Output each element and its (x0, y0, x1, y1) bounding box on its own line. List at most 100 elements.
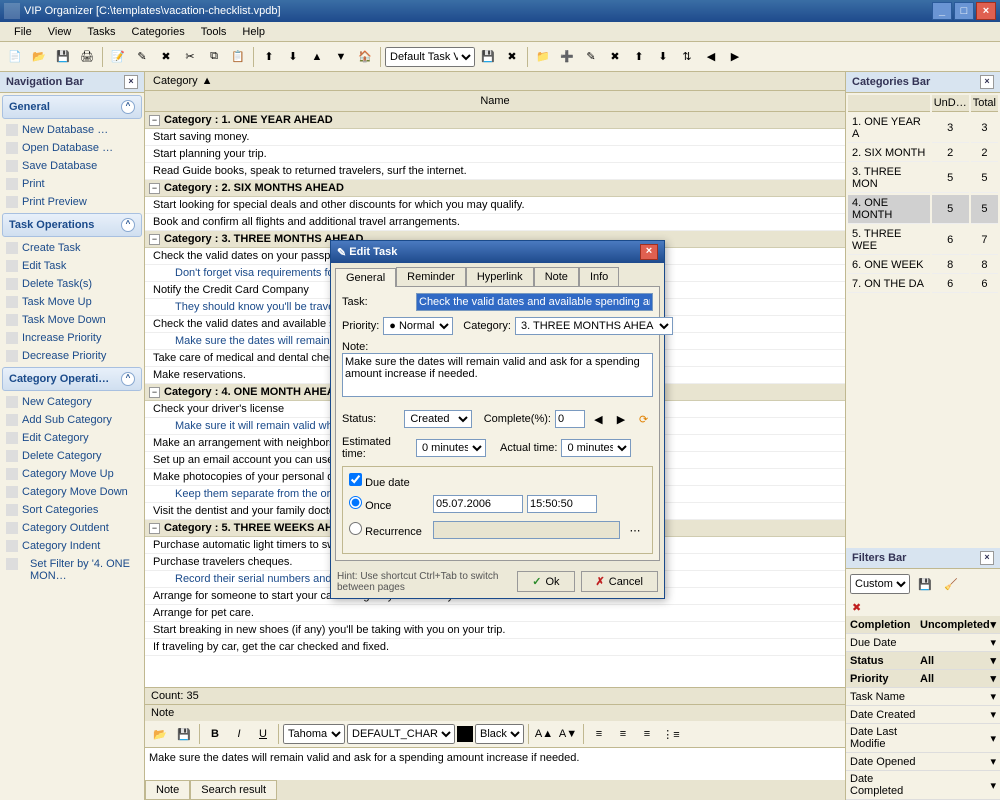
close-button[interactable]: × (976, 2, 996, 20)
font-smaller-icon[interactable]: A▼ (557, 723, 579, 745)
complete-reset-icon[interactable]: ⟳ (634, 408, 653, 430)
align-center-icon[interactable]: ≡ (612, 723, 634, 745)
filter-row[interactable]: Due Date▾ (846, 634, 1000, 652)
note-textarea[interactable]: Make sure the dates will remain valid an… (342, 353, 653, 397)
recurrence-browse-icon[interactable]: ⋯ (624, 519, 646, 541)
new-task-icon[interactable]: 📝 (107, 46, 129, 68)
align-left-icon[interactable]: ≡ (588, 723, 610, 745)
category-list-row[interactable]: 6. ONE WEEK88 (848, 257, 998, 274)
nav-item[interactable]: Category Move Down (0, 483, 144, 501)
delete-task-icon[interactable]: ✖ (155, 46, 177, 68)
menu-file[interactable]: File (6, 24, 40, 40)
font-larger-icon[interactable]: A▲ (533, 723, 555, 745)
cat-up-icon[interactable]: ⬆ (628, 46, 650, 68)
filters-pin-icon[interactable]: × (980, 551, 994, 565)
task-row[interactable]: Arrange for pet care. (145, 605, 845, 622)
recurrence-input[interactable] (433, 521, 620, 539)
task-row[interactable]: If traveling by car, get the car checked… (145, 639, 845, 656)
nav-item[interactable]: Category Indent (0, 537, 144, 555)
task-row[interactable]: Start planning your trip. (145, 146, 845, 163)
align-right-icon[interactable]: ≡ (636, 723, 658, 745)
bold-icon[interactable]: B (204, 723, 226, 745)
recurrence-radio[interactable]: Recurrence (349, 522, 429, 538)
category-list-row[interactable]: 3. THREE MON55 (848, 164, 998, 193)
nav-item[interactable]: Category Move Up (0, 465, 144, 483)
filter-preset-select[interactable]: Custom (850, 574, 910, 594)
menu-tasks[interactable]: Tasks (79, 24, 123, 40)
name-column-header[interactable]: Name (145, 91, 845, 112)
nav-item[interactable]: Increase Priority (0, 329, 144, 347)
filter-delete-icon[interactable]: ✖ (852, 602, 861, 614)
nav-section-catops[interactable]: Category Operati…^ (2, 367, 142, 391)
collapse-icon[interactable]: − (149, 523, 160, 534)
nav-item[interactable]: Create Task (0, 239, 144, 257)
time-input[interactable] (527, 495, 597, 513)
nav-item[interactable]: New Category (0, 393, 144, 411)
save-db-icon[interactable]: 💾 (52, 46, 74, 68)
filter-row[interactable]: Date Last Modifie▾ (846, 724, 1000, 753)
color-swatch[interactable] (457, 726, 473, 742)
status-select[interactable]: Created (404, 410, 471, 428)
font-select[interactable]: Tahoma (283, 724, 345, 744)
task-row[interactable]: Book and confirm all flights and additio… (145, 214, 845, 231)
filter-row[interactable]: Task Name▾ (846, 688, 1000, 706)
note-tab[interactable]: Note (145, 780, 190, 800)
navbar-pin-icon[interactable]: × (124, 75, 138, 89)
nav-item[interactable]: Add Sub Category (0, 411, 144, 429)
category-row[interactable]: −Category : 1. ONE YEAR AHEAD (145, 112, 845, 129)
date-input[interactable] (433, 495, 523, 513)
nav-item[interactable]: Category Outdent (0, 519, 144, 537)
cut-icon[interactable]: ✂ (179, 46, 201, 68)
category-grouping-header[interactable]: Category ▲ (145, 72, 845, 91)
task-row[interactable]: Read Guide books, speak to returned trav… (145, 163, 845, 180)
dialog-tab-info[interactable]: Info (579, 267, 619, 286)
filter-row[interactable]: Date Completed▾ (846, 771, 1000, 800)
esttime-select[interactable]: 0 minutes (416, 439, 486, 457)
nav-section-general[interactable]: General^ (2, 95, 142, 119)
filter-row[interactable]: CompletionUncompleted▾ (846, 616, 1000, 634)
complete-up-icon[interactable]: ▶ (612, 408, 631, 430)
minimize-button[interactable]: _ (932, 2, 952, 20)
filter-save-icon[interactable]: 💾 (914, 573, 936, 595)
nav-item[interactable]: Edit Category (0, 429, 144, 447)
filter-row[interactable]: PriorityAll▾ (846, 670, 1000, 688)
category-list-row[interactable]: 1. ONE YEAR A33 (848, 114, 998, 143)
nav-item[interactable]: Save Database (0, 157, 144, 175)
filter-row[interactable]: Date Created▾ (846, 706, 1000, 724)
menu-view[interactable]: View (40, 24, 80, 40)
priority-select[interactable]: ● Normal (383, 317, 453, 335)
note-open-icon[interactable]: 📂 (149, 723, 171, 745)
note-tab[interactable]: Search result (190, 780, 277, 800)
collapse-icon[interactable]: − (149, 183, 160, 194)
dialog-close-button[interactable]: × (640, 244, 658, 260)
maximize-button[interactable]: □ (954, 2, 974, 20)
note-editor[interactable]: Make sure the dates will remain valid an… (145, 748, 845, 780)
bullets-icon[interactable]: ⋮≡ (660, 723, 682, 745)
delete-cat-icon[interactable]: ✖ (604, 46, 626, 68)
menu-help[interactable]: Help (234, 24, 273, 40)
cancel-button[interactable]: Cancel (581, 571, 658, 592)
complete-down-icon[interactable]: ◀ (589, 408, 608, 430)
catbar-pin-icon[interactable]: × (980, 75, 994, 89)
italic-icon[interactable]: I (228, 723, 250, 745)
underline-icon[interactable]: U (252, 723, 274, 745)
priority-down-icon[interactable]: ▼ (330, 46, 352, 68)
collapse-icon[interactable]: − (149, 387, 160, 398)
new-db-icon[interactable]: 📄 (4, 46, 26, 68)
category-list-row[interactable]: 7. ON THE DA66 (848, 276, 998, 293)
nav-item[interactable]: Task Move Up (0, 293, 144, 311)
dialog-tab-reminder[interactable]: Reminder (396, 267, 466, 286)
collapse-icon[interactable]: − (149, 115, 160, 126)
outdent-icon[interactable]: ◀ (700, 46, 722, 68)
category-list-row[interactable]: 4. ONE MONTH55 (848, 195, 998, 224)
filter-row[interactable]: StatusAll▾ (846, 652, 1000, 670)
task-row[interactable]: Start looking for special deals and othe… (145, 197, 845, 214)
move-down-icon[interactable]: ⬇ (282, 46, 304, 68)
duedate-checkbox[interactable]: Due date (349, 477, 410, 489)
category-row[interactable]: −Category : 2. SIX MONTHS AHEAD (145, 180, 845, 197)
nav-item[interactable]: Delete Task(s) (0, 275, 144, 293)
sort-cat-icon[interactable]: ⇅ (676, 46, 698, 68)
task-row[interactable]: Start breaking in new shoes (if any) you… (145, 622, 845, 639)
once-radio[interactable]: Once (349, 496, 429, 512)
ok-button[interactable]: Ok (517, 571, 574, 592)
